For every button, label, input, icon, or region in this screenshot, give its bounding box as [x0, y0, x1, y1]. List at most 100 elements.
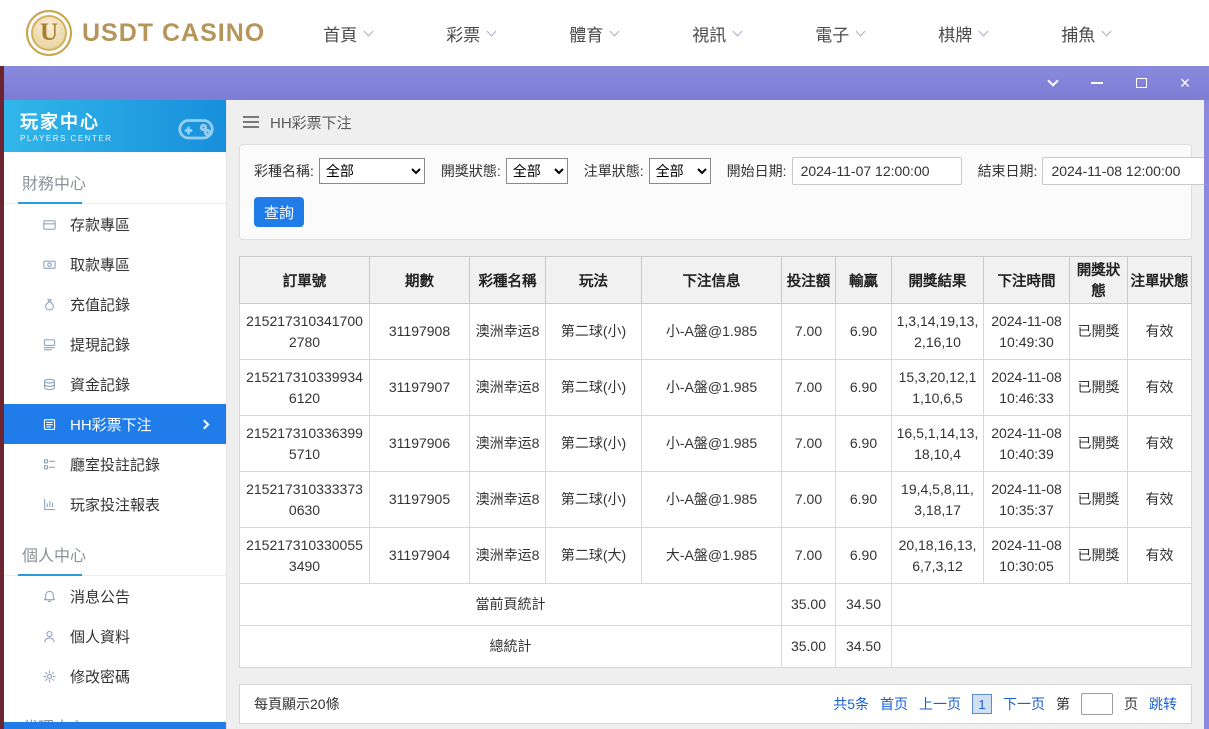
bets-table: 訂單號 期數 彩種名稱 玩法 下注信息 投注額 輸贏 開獎結果 下注時間 開獎狀態 注單狀態 215…: [239, 256, 1192, 669]
table-cell: 小-A盤@1.985: [641, 303, 782, 361]
table-cell: 7.00: [781, 359, 836, 417]
sidebar-item-recharge-records[interactable]: 充值記錄: [4, 284, 226, 324]
table-cell: 31197906: [369, 415, 470, 473]
gear-icon: [42, 669, 57, 684]
end-date-input[interactable]: [1042, 157, 1204, 186]
pagination-next[interactable]: 下一页: [1003, 694, 1045, 714]
withdraw-icon: [42, 257, 57, 272]
end-date-label: 結束日期:: [977, 163, 1038, 180]
sidebar-item-label: 玩家投注報表: [70, 496, 161, 514]
nav-item-lottery[interactable]: 彩票: [446, 21, 497, 46]
draw-status-select[interactable]: 全部: [505, 158, 568, 185]
sidebar-item-player-bet-report[interactable]: 玩家投注報表: [4, 484, 226, 524]
column-header: 開獎狀態: [1069, 256, 1128, 305]
sidebar-item-label: 修改密碼: [70, 668, 131, 686]
pagination-prev[interactable]: 上一页: [919, 694, 961, 714]
sidebar-item-hall-bet-records[interactable]: 廳室投註記錄: [4, 444, 226, 484]
table-cell: 7.00: [781, 415, 836, 473]
sidebar-item-label: 資金記錄: [70, 376, 131, 394]
sidebar-item-cutoff[interactable]: [4, 722, 226, 729]
draw-status-label: 開獎狀態:: [440, 163, 501, 180]
sidebar-menu: 財務中心 存款專區 取款專區 充值記錄 提現記錄資金記錄 HH彩票下注 廳室投註記錄玩家投注…: [4, 170, 226, 729]
table-cell: 31197904: [369, 527, 470, 585]
nav-item-home[interactable]: 首頁: [323, 21, 374, 46]
nav-item-chess[interactable]: 棋牌: [938, 21, 989, 46]
table-cell: 大-A盤@1.985: [641, 527, 782, 585]
end-date-filter: 結束日期:: [977, 157, 1204, 186]
bets-table-body: 2152173103417002780 31197908 澳洲幸运8 第二球(小) 小-…: [239, 303, 1192, 669]
game-controller-icon: [176, 108, 216, 148]
start-date-filter: 開始日期:: [726, 157, 962, 186]
pagination-current[interactable]: 1: [972, 694, 992, 715]
sidebar-item-change-password[interactable]: 修改密碼: [4, 656, 226, 696]
goto-prefix: 第: [1056, 696, 1070, 713]
table-cell: 2152173103417002780: [239, 303, 370, 361]
chevron-down-icon: [978, 26, 989, 36]
nav-item-fishing[interactable]: 捕魚: [1061, 21, 1112, 46]
start-date-input[interactable]: [791, 157, 962, 186]
sidebar-item-hh-lottery-bets[interactable]: HH彩票下注: [4, 404, 226, 444]
collapse-button[interactable]: [1045, 75, 1061, 91]
minimize-icon: [1091, 82, 1103, 84]
window-edge-strip-right: [1204, 100, 1209, 729]
summary-row-total: 總統計 35.00 34.50: [239, 625, 1192, 669]
table-cell: 6.90: [835, 359, 892, 417]
nav-item-electronic[interactable]: 電子: [815, 21, 866, 46]
table-cell: 6.90: [835, 303, 892, 361]
table-cell: 有效: [1127, 471, 1192, 529]
sidebar-item-profile[interactable]: 個人資料: [4, 616, 226, 656]
summary-bet-total: 35.00: [781, 625, 836, 669]
lottery-type-select[interactable]: 全部: [318, 158, 425, 185]
goto-button[interactable]: 跳转: [1149, 694, 1177, 714]
goto-suffix: 页: [1124, 696, 1138, 713]
summary-label: 總統計: [239, 625, 782, 669]
nav-item-sports[interactable]: 體育: [569, 21, 620, 46]
column-header: 訂單號: [239, 256, 370, 305]
brand-logo[interactable]: U USDT CASINO: [26, 10, 265, 56]
table-cell: 澳洲幸运8: [469, 359, 546, 417]
search-button[interactable]: 查詢: [254, 197, 305, 228]
nav-item-label: 電子: [815, 25, 850, 45]
pagination-first[interactable]: 首页: [880, 694, 908, 714]
table-cell: 15,3,20,12,11,10,6,5: [891, 359, 984, 417]
column-header: 玩法: [545, 256, 642, 305]
bell-icon: [42, 589, 57, 604]
table-cell: 7.00: [781, 527, 836, 585]
page-number-input[interactable]: [1081, 693, 1113, 716]
menu-toggle-icon[interactable]: [243, 116, 259, 129]
chevron-down-icon: [486, 26, 497, 36]
sidebar-item-withdraw-area[interactable]: 取款專區: [4, 244, 226, 284]
lottery-icon: [42, 417, 57, 432]
table-cell: 2152173103399346120: [239, 359, 370, 417]
table-cell: 6.90: [835, 471, 892, 529]
sidebar-section-finance: 財務中心: [4, 170, 226, 204]
nav-item-label: 視訊: [692, 25, 727, 45]
brand-name: USDT CASINO: [82, 18, 266, 47]
table-cell: 31197907: [369, 359, 470, 417]
table-cell: 2152173103333730630: [239, 471, 370, 529]
table-cell: 31197905: [369, 471, 470, 529]
order-status-select[interactable]: 全部: [648, 158, 711, 185]
maximize-button[interactable]: [1133, 75, 1149, 91]
sidebar-item-deposit-area[interactable]: 存款專區: [4, 204, 226, 244]
lottery-type-label: 彩種名稱:: [254, 163, 314, 180]
main-area: HH彩票下注 彩種名稱: 全部 開獎狀態: 全部 注單狀態: 全部 開始日期: …: [227, 100, 1204, 729]
close-button[interactable]: ×: [1177, 74, 1193, 92]
sidebar-item-cashout-records[interactable]: 提現記錄: [4, 324, 226, 364]
table-row: 2152173103363995710 31197906 澳洲幸运8 第二球(小) 小-…: [239, 415, 1192, 473]
filter-panel: 彩種名稱: 全部 開獎狀態: 全部 注單狀態: 全部 開始日期: 2024-11…: [239, 144, 1204, 241]
column-header: 開獎結果: [891, 256, 984, 305]
lottery-type-filter: 彩種名稱: 全部: [254, 158, 425, 185]
sidebar-item-announcements[interactable]: 消息公告: [4, 576, 226, 616]
minimize-button[interactable]: [1089, 75, 1105, 91]
page-title: HH彩票下注: [270, 114, 352, 132]
table-cell: 7.00: [781, 303, 836, 361]
sidebar-item-funds-records[interactable]: 資金記錄: [4, 364, 226, 404]
sidebar: 玩家中心 PLAYERS CENTER 財務中心 存款專區 取款專區 充值記錄 提現記錄…: [4, 100, 227, 729]
nav-item-label: 體育: [569, 25, 604, 45]
nav-item-video[interactable]: 視訊: [692, 21, 743, 46]
table-row: 2152173103399346120 31197907 澳洲幸运8 第二球(小) 小-…: [239, 359, 1192, 417]
table-footer: 每頁顯示20條 共5条 首页 上一页 1 下一页 第 页 跳转: [239, 684, 1192, 724]
start-date-label: 開始日期:: [726, 163, 787, 180]
cashout-icon: [42, 337, 57, 352]
